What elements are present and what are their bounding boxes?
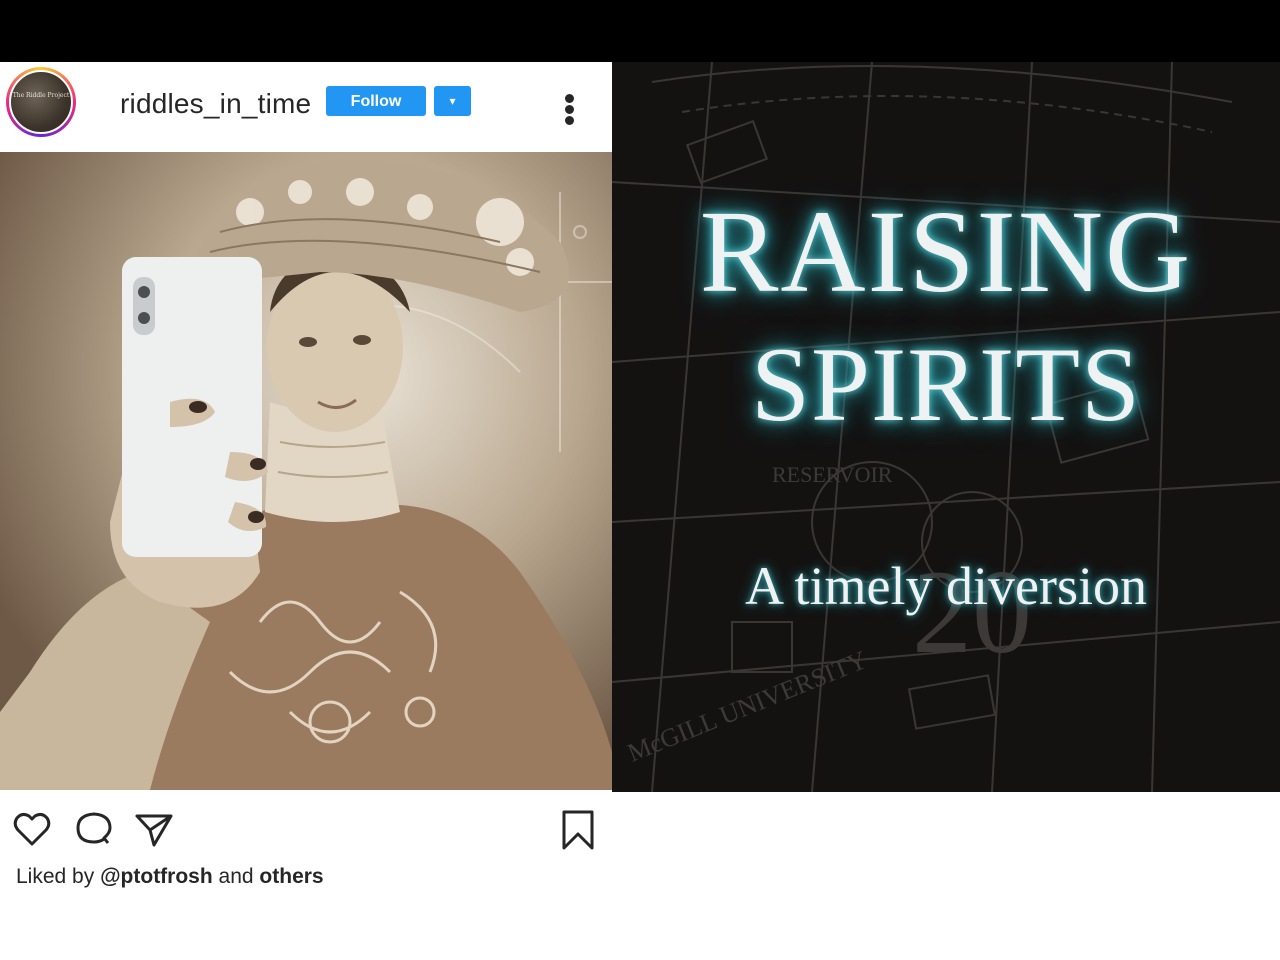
raising-spirits-poster: RESERVOIR McGILL UNIVERSITY 20 RAISING S… <box>612 62 1280 792</box>
likes-prefix: Liked by <box>16 865 95 888</box>
likes-line: Liked by @ptotfrosh and others <box>16 865 324 889</box>
share-icon[interactable] <box>134 810 174 850</box>
bookmark-icon[interactable] <box>558 810 598 850</box>
likes-middle: and <box>218 865 254 888</box>
top-black-band <box>0 0 1280 62</box>
poster-tagline: A timely diversion <box>745 556 1147 616</box>
follow-button[interactable]: Follow <box>326 86 426 116</box>
woman-selfie-illustration <box>0 152 612 790</box>
map-label-reservoir: RESERVOIR <box>772 462 893 487</box>
avatar-text: The Riddle Project <box>12 92 70 99</box>
avatar-image: The Riddle Project <box>9 70 73 134</box>
post-photo[interactable] <box>0 152 612 790</box>
username[interactable]: riddles_in_time <box>120 88 311 120</box>
profile-avatar[interactable]: The Riddle Project <box>6 67 76 137</box>
post-header: The Riddle Project riddles_in_time Follo… <box>0 62 612 152</box>
comment-icon[interactable] <box>74 810 114 850</box>
heart-icon[interactable] <box>12 810 52 850</box>
bottom-white-band <box>0 898 1280 960</box>
follow-dropdown-button[interactable]: ▾ <box>434 86 471 116</box>
more-options-icon[interactable] <box>560 94 580 126</box>
post-actions <box>0 790 612 860</box>
poster-title-line2: SPIRITS <box>751 326 1141 443</box>
instagram-post: The Riddle Project riddles_in_time Follo… <box>0 62 612 898</box>
liked-by-user[interactable]: @ptotfrosh <box>100 865 213 888</box>
poster-title-line1: RAISING <box>699 186 1193 317</box>
likes-others[interactable]: others <box>259 865 323 888</box>
